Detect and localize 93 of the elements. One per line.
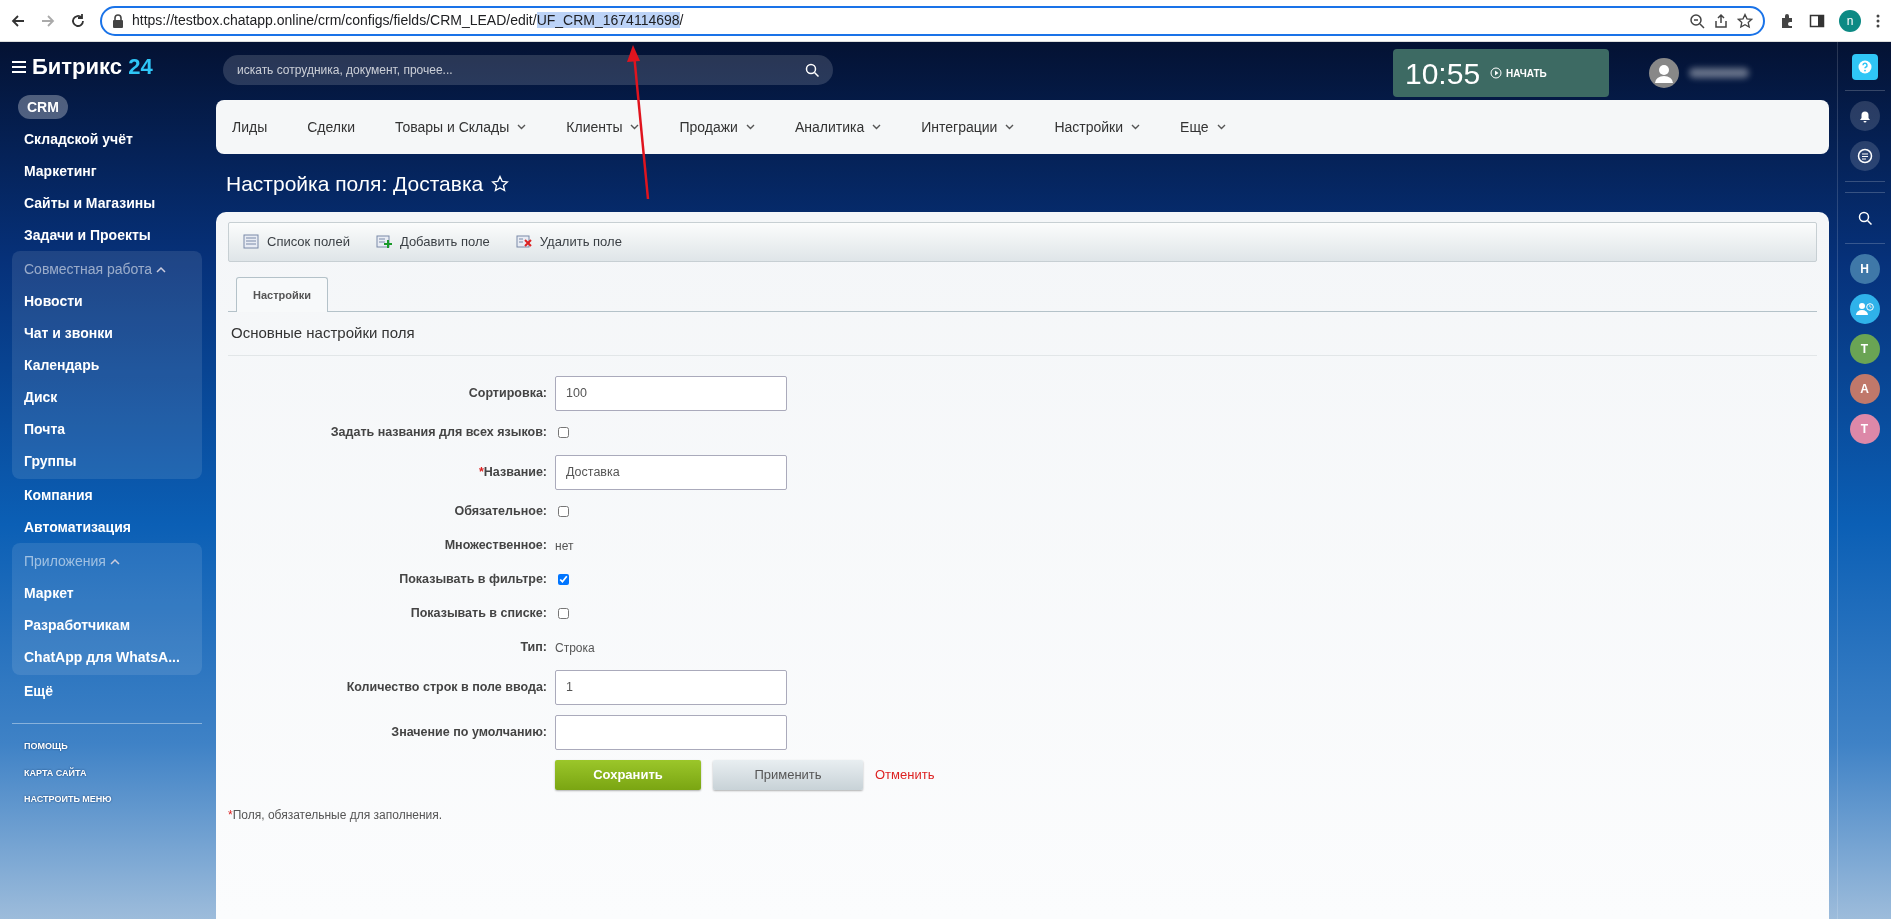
input-field[interactable] <box>555 714 787 750</box>
sidebar-item[interactable]: Автоматизация <box>12 511 202 543</box>
sidebar-item[interactable]: Компания <box>12 479 202 511</box>
menu-item[interactable]: Клиенты <box>566 110 664 144</box>
add-icon <box>375 233 392 250</box>
checkbox[interactable] <box>558 427 569 438</box>
menu-icon[interactable] <box>1875 12 1881 29</box>
cancel-link[interactable]: Отменить <box>875 764 935 785</box>
checkbox[interactable] <box>558 506 569 517</box>
group-header[interactable]: Совместная работа <box>12 253 202 285</box>
contact-avatar[interactable] <box>1849 294 1880 324</box>
toolbar-button[interactable]: Удалить поле <box>515 231 622 252</box>
blurred-name <box>1689 68 1749 78</box>
sidebar-item[interactable]: Маркетинг <box>12 155 202 187</box>
search-icon[interactable] <box>805 63 819 77</box>
start-button[interactable]: НАЧАТЬ <box>1490 65 1547 81</box>
chat-icon <box>1856 148 1873 164</box>
menu-item[interactable]: Продажи <box>679 110 779 144</box>
sidebar-item[interactable]: ChatApp для WhatsA... <box>12 641 202 673</box>
chevron-icon <box>109 558 120 567</box>
field-label: Сортировка: <box>467 384 548 402</box>
menu-item[interactable]: Аналитика <box>794 110 906 144</box>
footer-link[interactable]: ПОМОЩЬ <box>12 734 202 761</box>
field-value: нет <box>555 537 574 555</box>
bell-icon <box>1857 109 1872 123</box>
reload-icon[interactable] <box>70 12 86 29</box>
sidebar-item[interactable]: Сайты и Магазины <box>12 187 202 219</box>
user-clock-icon <box>1855 302 1874 316</box>
sidebar-item[interactable]: Новости <box>12 285 202 317</box>
field-value: Строка <box>555 639 595 657</box>
lock-icon <box>112 13 124 28</box>
apply-button[interactable]: Применить <box>713 759 863 790</box>
share-icon[interactable] <box>1713 12 1729 29</box>
sidebar-item[interactable]: Группы <box>12 445 202 477</box>
footnote: *Поля, обязательные для заполнения. <box>228 806 444 824</box>
help-button[interactable] <box>1851 54 1878 80</box>
address-bar[interactable]: https://testbox.chatapp.online/crm/configs/fields/CRM_LEAD/edit/UF_CRM_1674114698/ <box>100 5 1765 36</box>
play-icon <box>1490 67 1503 79</box>
menu-item[interactable]: Настройки <box>1054 110 1165 144</box>
field-label: Показывать в фильтре: <box>398 571 548 589</box>
field-label: Показывать в списке: <box>409 605 548 623</box>
field-label: Задать названия для всех языков: <box>329 424 548 442</box>
menu-item[interactable]: Лиды <box>232 110 292 144</box>
chat-button[interactable] <box>1849 141 1880 171</box>
checkbox[interactable] <box>558 608 569 619</box>
clock-time: 10:55 <box>1405 55 1481 92</box>
field-label: Тип: <box>519 639 548 657</box>
field-label: Множественное: <box>443 537 548 555</box>
search-icon <box>1857 211 1872 225</box>
menu-item[interactable]: Сделки <box>307 110 379 144</box>
menu-item[interactable]: Товары и Склады <box>394 110 551 144</box>
field-label: *Название: <box>477 463 548 481</box>
notifications-button[interactable] <box>1849 101 1880 131</box>
contact-avatar[interactable]: Н <box>1849 254 1880 284</box>
delete-icon <box>515 233 532 250</box>
star-icon[interactable] <box>1737 12 1753 29</box>
field-label: Обязательное: <box>453 503 548 521</box>
page-title: Настройка поля: Доставка <box>226 171 484 197</box>
menu-item[interactable]: Интеграции <box>921 110 1039 144</box>
toolbar-button[interactable]: Добавить поле <box>375 231 490 252</box>
side-panel-icon[interactable] <box>1809 12 1825 29</box>
footer-link[interactable]: КАРТА САЙТА <box>12 760 202 787</box>
toolbar-button[interactable]: Список полей <box>243 231 350 252</box>
extensions-icon[interactable] <box>1779 12 1795 29</box>
menu-item[interactable]: Еще <box>1180 110 1250 144</box>
sidebar-item[interactable]: Складской учёт <box>12 123 202 155</box>
section-title: Основные настройки поля <box>228 312 1817 356</box>
chevron-icon <box>156 266 166 275</box>
url-text: https://testbox.chatapp.online/crm/configs/fields/CRM_LEAD/edit/UF_CRM_1674114698/ <box>132 11 684 30</box>
more-item[interactable]: Ещё <box>12 675 202 707</box>
back-icon[interactable] <box>10 12 26 29</box>
logo-text: Битрикс 24 <box>32 53 153 81</box>
menu-icon[interactable] <box>12 60 26 73</box>
sidebar-item[interactable]: Разработчикам <box>12 609 202 641</box>
sidebar-item[interactable]: Диск <box>12 381 202 413</box>
input-field[interactable]: Доставка <box>555 454 787 490</box>
sidebar-item[interactable]: Календарь <box>12 349 202 381</box>
zoom-icon[interactable] <box>1689 12 1705 29</box>
field-label: Количество строк в поле ввода: <box>345 678 548 696</box>
checkbox[interactable] <box>558 574 569 585</box>
field-label: Значение по умолчанию: <box>390 723 548 741</box>
user-avatar-icon[interactable] <box>1649 58 1679 88</box>
input-field[interactable]: 1 <box>555 669 787 705</box>
sidebar-item[interactable]: Маркет <box>12 577 202 609</box>
sidebar-item[interactable]: Задачи и Проекты <box>12 219 202 251</box>
sidebar-item[interactable]: Чат и звонки <box>12 317 202 349</box>
sidebar-item[interactable]: CRM <box>18 95 68 119</box>
help-icon <box>1857 60 1872 74</box>
sidebar-item[interactable]: Почта <box>12 413 202 445</box>
tab[interactable]: Настройки <box>236 276 329 312</box>
input-field[interactable]: 100 <box>555 375 787 411</box>
profile-avatar[interactable]: n <box>1839 9 1861 32</box>
list-icon <box>243 233 259 250</box>
